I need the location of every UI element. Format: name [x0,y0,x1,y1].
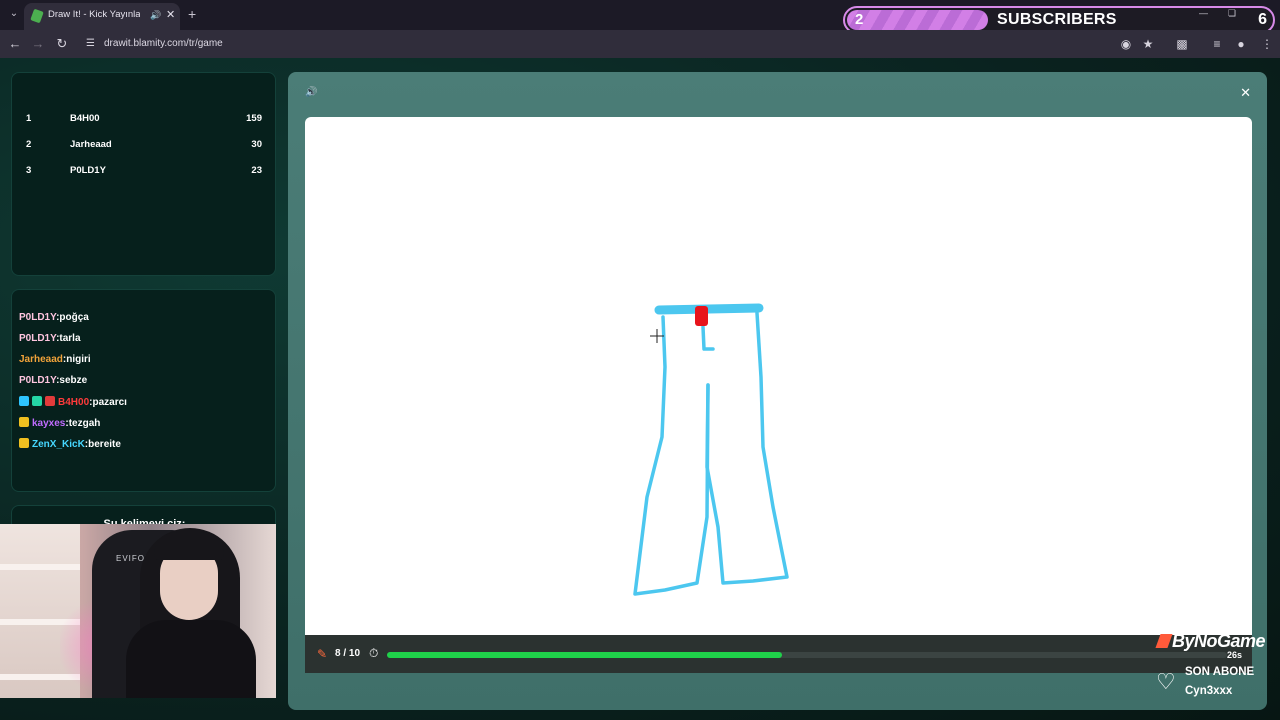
latest-subscriber-alert: ♡ SON ABONE Cyn3xxx [1156,665,1276,705]
chat-message-text: :bereite [84,439,121,450]
pencil-icon: ✎ [317,647,328,661]
chat-message: B4H00:pazarcı [19,396,127,408]
chat-username[interactable]: P0LD1Y [19,333,56,344]
leaderboard-rank: 1 [26,113,32,124]
restore-icon[interactable]: ❏ [1228,8,1236,19]
profile-avatar-icon[interactable]: ● [1234,37,1248,51]
tab-search-chevron-icon[interactable]: ⌄ [6,6,22,22]
chat-message-text: :tarla [56,333,81,344]
watermark-logo-icon [1155,634,1173,648]
subscriber-goal-bar [847,10,989,30]
game-modal: 🔊 ✕ ✎ 8 / 10 ⏱ 26s [288,72,1267,710]
time-progress-fill [387,652,782,658]
chat-username[interactable]: B4H00 [58,397,89,408]
extensions-puzzle-icon[interactable]: ▩ [1175,37,1189,51]
forward-arrow-icon[interactable]: → [30,36,46,52]
browser-tab[interactable]: Draw It! - Kick Yayınları İçin 🔊 ✕ [24,3,180,30]
leaderboard-row: 2 Jarheaad 30 [26,139,262,153]
chat-message: kayxes:tezgah [19,417,100,429]
webcam-overlay: EVIFOX [0,524,276,698]
leaderboard-score: 23 [251,165,262,176]
alert-subscriber-name: Cyn3xxx [1185,685,1233,697]
chat-username[interactable]: P0LD1Y [19,312,56,323]
back-arrow-icon[interactable]: ← [7,36,23,52]
page-body: 1 B4H00 159 2 Jarheaad 30 3 P0LD1Y 23 P0… [0,58,1280,720]
leaderboard-player-name: P0LD1Y [70,165,106,176]
watermark-text: ByNoGame [1172,631,1266,651]
new-tab-plus-icon[interactable]: + [188,6,196,22]
chat-message: P0LD1Y:sebze [19,375,87,386]
chat-panel[interactable]: P0LD1Y:poğça P0LD1Y:tarla Jarheaad:nigiri P… [11,289,276,492]
browser-nav-bar: ← → ↻ ☰ drawit.blamity.com/tr/game ◉ ★ ▩… [0,30,1280,58]
drawing-svg [633,303,789,596]
chat-message: Jarheaad:nigiri [19,354,91,365]
subscriber-label: SUBSCRIBERS [997,11,1117,28]
leaderboard-row: 1 B4H00 159 [26,113,262,127]
chat-username[interactable]: kayxes [32,418,65,429]
stream-watermark: ByNoGame [1155,631,1266,652]
drawing-canvas[interactable] [305,117,1252,635]
close-icon[interactable]: ✕ [1240,85,1251,101]
leaderboard-player-name: Jarheaad [70,139,112,150]
favicon-icon [30,8,44,24]
browser-tab-bar: ⌄ Draw It! - Kick Yayınları İçin 🔊 ✕ + 2… [0,0,1280,34]
reload-icon[interactable]: ↻ [54,36,70,52]
pants-drawing [633,303,789,596]
leaderboard-player-name: B4H00 [70,113,100,124]
leaderboard-rank: 2 [26,139,32,150]
minimize-icon[interactable]: — [1199,8,1208,18]
chat-message-text: :pazarcı [89,397,127,408]
sound-icon[interactable]: 🔊 [305,87,317,98]
streamer-bangs [154,532,224,560]
belt-buckle [695,306,708,326]
tab-title: Draw It! - Kick Yayınları İçin [48,9,140,20]
heart-icon: ♡ [1156,669,1176,694]
leaderboard-panel: 1 B4H00 159 2 Jarheaad 30 3 P0LD1Y 23 [11,72,276,276]
subscriber-goal: 6 [1258,11,1267,28]
timer-icon: ⏱ [369,646,379,660]
chat-username[interactable]: Jarheaad [19,354,63,365]
chat-username[interactable]: P0LD1Y [19,375,56,386]
chat-badge-icon [45,396,55,406]
chat-message-text: :tezgah [65,418,101,429]
leaderboard-score: 30 [251,139,262,150]
bookmark-star-icon[interactable]: ★ [1141,37,1155,51]
chat-badge-icon [32,396,42,406]
chat-message-text: :sebze [56,375,88,386]
site-settings-icon[interactable]: ☰ [86,38,98,50]
chat-username[interactable]: ZenX_KicK [32,439,85,450]
chat-message: P0LD1Y:tarla [19,333,81,344]
subscriber-count: 2 [855,11,864,28]
more-menu-icon[interactable]: ⋮ [1260,37,1274,51]
media-control-icon[interactable]: ≡ [1210,37,1224,51]
eye-off-icon[interactable]: ◉ [1119,37,1133,51]
chat-message-text: :poğça [56,312,89,323]
leaderboard-row: 3 P0LD1Y 23 [26,165,262,179]
streamer-body [126,620,256,698]
chat-message: ZenX_KicK:bereite [19,438,121,450]
chat-badge-icon [19,417,29,427]
tab-audio-icon[interactable]: 🔊 [150,10,161,21]
chat-message: P0LD1Y:poğça [19,312,89,323]
chat-badge-icon [19,438,29,448]
chat-message-text: :nigiri [62,354,91,365]
chat-badge-icon [19,396,29,406]
address-bar[interactable]: drawit.blamity.com/tr/game [104,38,223,49]
leaderboard-score: 159 [246,113,262,124]
alert-title: SON ABONE [1185,666,1255,678]
time-progress-track [387,652,1227,658]
round-counter: 8 / 10 [335,648,361,659]
game-status-bar: ✎ 8 / 10 ⏱ 26s [305,635,1252,673]
tab-close-icon[interactable]: ✕ [166,8,175,21]
leaderboard-rank: 3 [26,165,32,176]
